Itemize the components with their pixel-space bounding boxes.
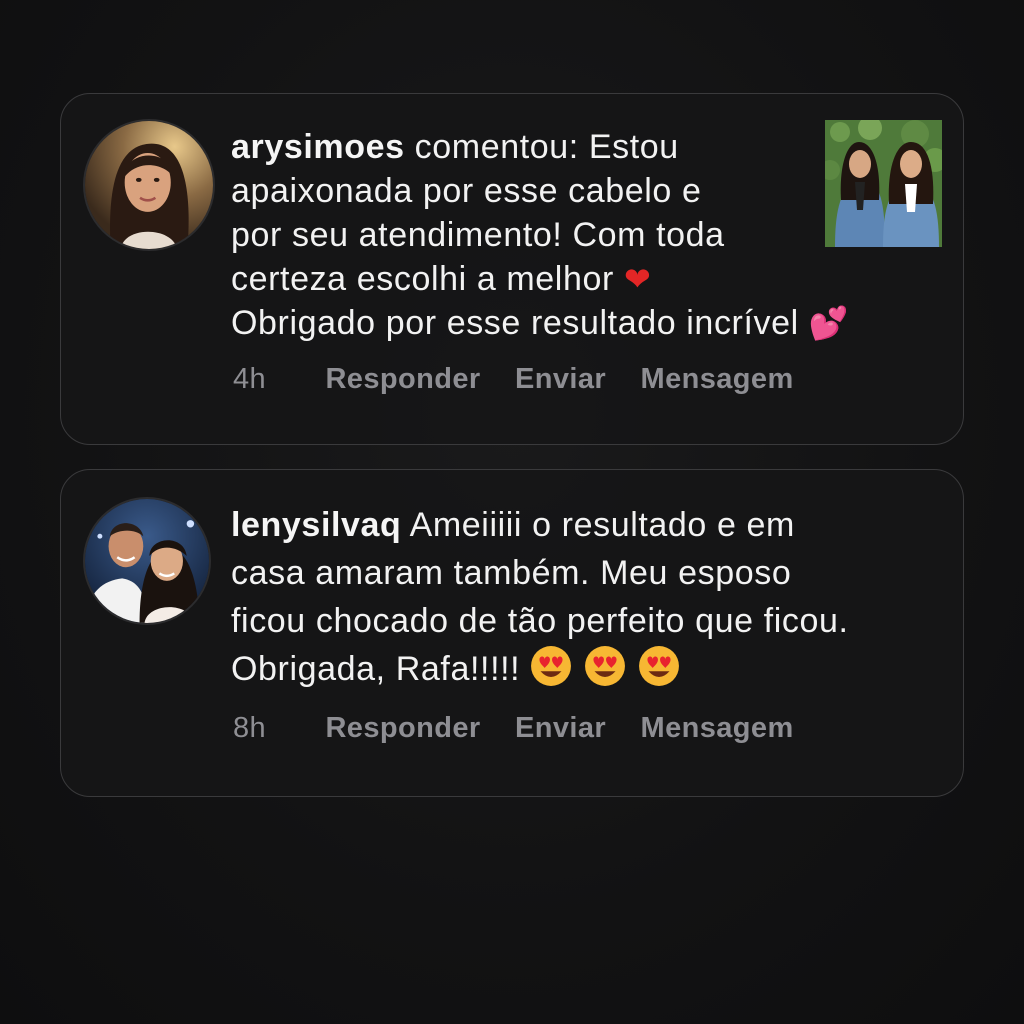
heart-eyes-emoji (531, 646, 572, 686)
avatar[interactable] (83, 497, 211, 625)
send-button[interactable]: Enviar (515, 363, 606, 396)
avatar-photo (85, 121, 213, 249)
comment-actions: 8h Responder Enviar Mensagem (233, 712, 820, 745)
heart-eyes-emoji (585, 646, 626, 686)
avatar[interactable] (83, 119, 215, 251)
comment-line: casa amaram também. Meu esposo (231, 554, 792, 592)
timestamp: 8h (233, 712, 267, 744)
red-heart-emoji: ❤ (623, 260, 652, 298)
comment-text: arysimoes comentou: Estou apaixonada por… (231, 125, 850, 345)
comment-card: lenysilvaq Ameiiiii o resultado e em cas… (60, 469, 964, 797)
comment-actions: 4h Responder Enviar Mensagem (233, 363, 820, 396)
comment-line: apaixonada por esse cabelo e (231, 172, 702, 210)
username[interactable]: lenysilvaq (231, 506, 401, 544)
comment-line: lenysilvaq Ameiiiii o resultado e em (231, 506, 795, 544)
comment-text: lenysilvaq Ameiiiii o resultado e em cas… (231, 501, 955, 693)
avatar-photo (85, 499, 209, 623)
comment-line: ficou chocado de tão perfeito que ficou. (231, 602, 849, 640)
timestamp: 4h (233, 363, 267, 395)
comment-line: por seu atendimento! Com toda (231, 216, 725, 254)
post-thumbnail-photo (825, 120, 942, 247)
comment-line: Obrigada, Rafa!!!!! (231, 645, 955, 693)
comment-line: certeza escolhi a melhor ❤ (231, 260, 652, 298)
reply-button[interactable]: Responder (325, 712, 480, 745)
username[interactable]: arysimoes (231, 128, 405, 166)
comment-line: arysimoes comentou: Estou (231, 128, 679, 166)
send-button[interactable]: Enviar (515, 712, 606, 745)
message-button[interactable]: Mensagem (641, 363, 794, 396)
comment-line: Obrigado por esse resultado incrível 💕 (231, 304, 850, 342)
post-thumbnail[interactable] (825, 120, 942, 247)
heart-eyes-emoji (639, 646, 680, 686)
message-button[interactable]: Mensagem (641, 712, 794, 745)
reply-button[interactable]: Responder (325, 363, 480, 396)
comment-card: arysimoes comentou: Estou apaixonada por… (60, 93, 964, 445)
two-hearts-emoji: 💕 (808, 304, 850, 342)
comments-screen: arysimoes comentou: Estou apaixonada por… (0, 0, 1024, 1024)
